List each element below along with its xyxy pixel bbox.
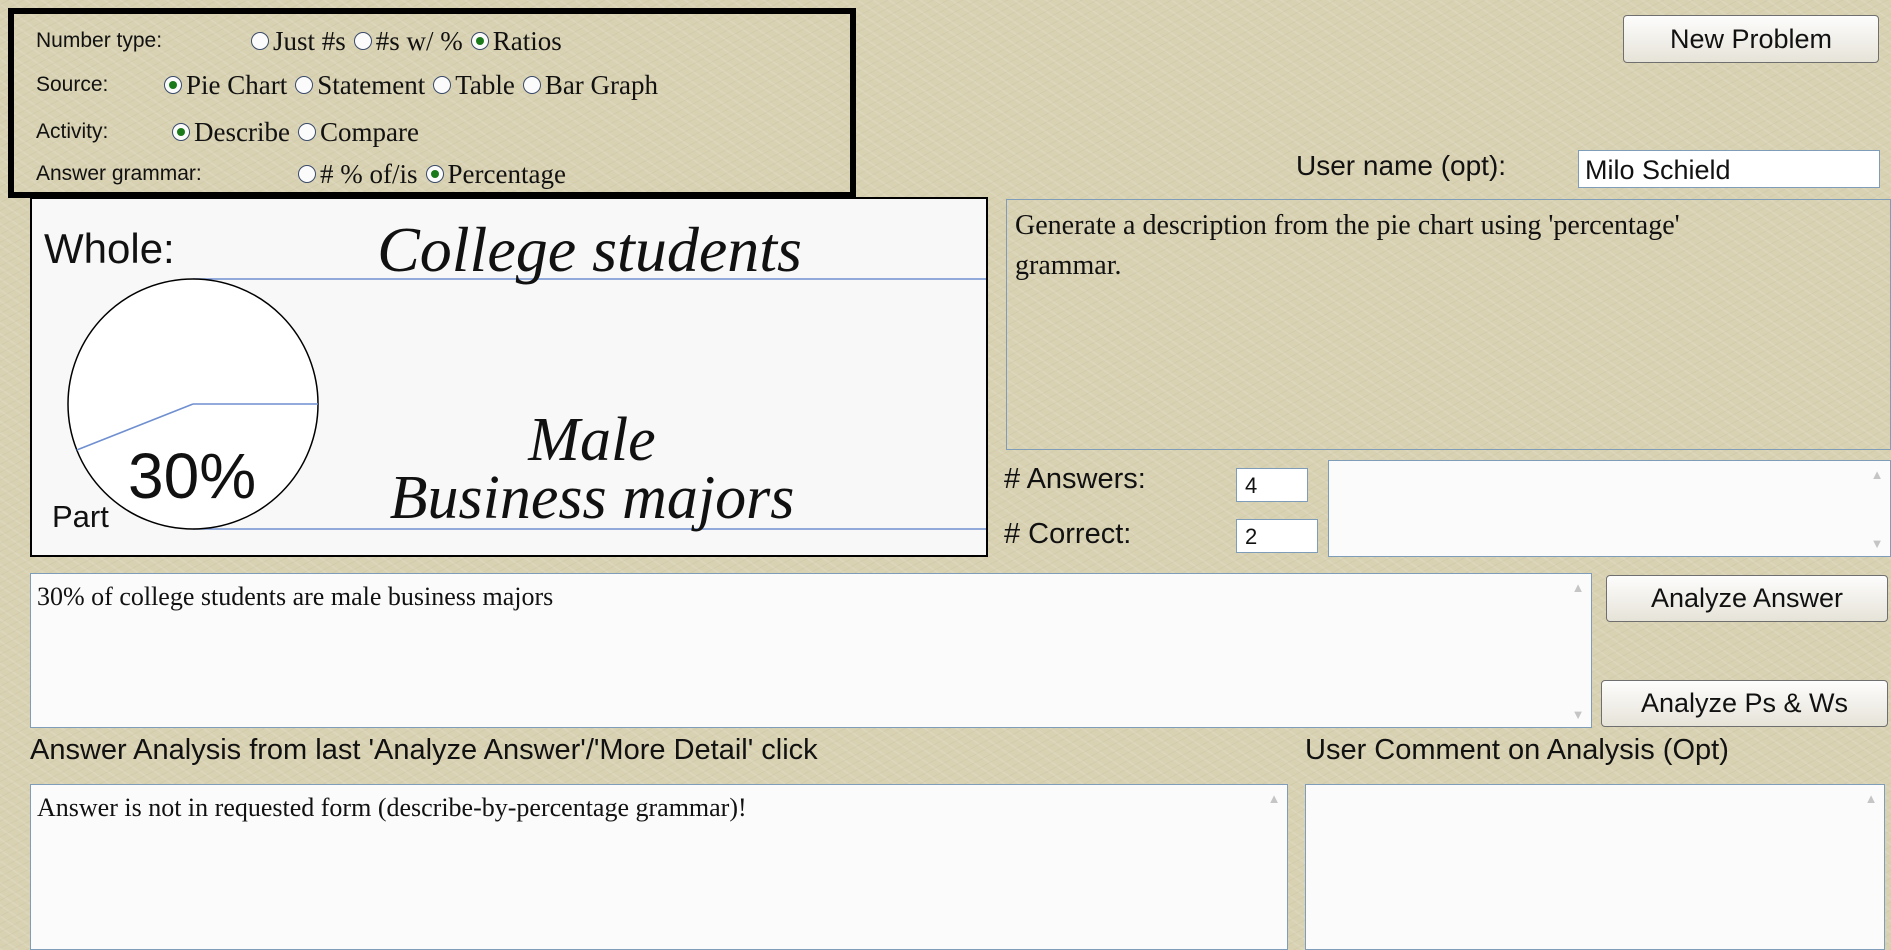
answer-textarea[interactable]: 30% of college students are male busines…: [30, 573, 1592, 728]
radio-count-percent-of-is[interactable]: # % of/is: [298, 159, 418, 190]
activity-label: Activity:: [36, 120, 109, 143]
radio-ratios[interactable]: Ratios: [470, 26, 562, 57]
answer-text: 30% of college students are male busines…: [37, 582, 554, 611]
radio-describe[interactable]: Describe: [172, 117, 290, 148]
whole-label: Whole:: [44, 225, 175, 272]
correct-count-field: 2: [1236, 519, 1318, 553]
part-label: Part: [52, 499, 109, 534]
radio-button-icon: [297, 123, 316, 141]
stats-textarea[interactable]: ▲ ▼: [1328, 460, 1891, 557]
number-type-label: Number type:: [36, 29, 163, 52]
radio-pie-chart[interactable]: Pie Chart: [164, 70, 287, 101]
percent-label: 30%: [128, 440, 257, 512]
source-label: Source:: [36, 73, 109, 96]
pie-chart-panel: Whole: College students 30% Part Male Bu…: [30, 197, 988, 557]
analyze-answer-button[interactable]: Analyze Answer: [1606, 575, 1888, 622]
options-panel: Number type: Just #s #s w/ % Ratios Sour…: [8, 8, 856, 198]
part-text-line2: Business majors: [389, 464, 795, 532]
new-problem-button[interactable]: New Problem: [1623, 15, 1879, 63]
radio-compare[interactable]: Compare: [297, 117, 419, 148]
radio-table[interactable]: Table: [433, 70, 515, 101]
radio-button-selected-icon: [164, 76, 182, 94]
radio-statement[interactable]: Statement: [295, 70, 425, 101]
radio-button-icon: [353, 32, 372, 50]
number-type-row: Number type: Just #s #s w/ % Ratios: [36, 24, 570, 58]
activity-row: Activity: Describe Compare: [36, 115, 427, 149]
user-name-input[interactable]: Milo Schield: [1578, 150, 1880, 188]
analysis-textarea[interactable]: Answer is not in requested form (describ…: [30, 784, 1288, 950]
scroll-down-icon[interactable]: ▼: [1569, 705, 1587, 723]
analysis-text: Answer is not in requested form (describ…: [37, 793, 747, 822]
answers-count-field: 4: [1236, 468, 1308, 502]
part-text-line1: Male: [528, 406, 656, 474]
answer-grammar-label: Answer grammar:: [36, 162, 202, 185]
radio-numbers-with-percent[interactable]: #s w/ %: [353, 26, 463, 57]
whole-text: College students: [377, 214, 802, 285]
radio-bar-graph[interactable]: Bar Graph: [522, 70, 658, 101]
radio-button-icon: [298, 165, 316, 183]
scroll-up-icon[interactable]: ▲: [1868, 465, 1886, 483]
scroll-up-icon[interactable]: ▲: [1569, 578, 1587, 596]
part-text: Male Business majors: [282, 406, 902, 532]
radio-button-selected-icon: [425, 165, 444, 183]
scroll-down-icon[interactable]: ▼: [1868, 534, 1886, 552]
radio-button-icon: [251, 32, 269, 50]
instructions-text: Generate a description from the pie char…: [1015, 210, 1680, 281]
radio-percentage[interactable]: Percentage: [425, 159, 566, 190]
radio-button-icon: [433, 76, 452, 94]
answer-grammar-row: Answer grammar: # % of/is Percentage: [36, 157, 574, 191]
comment-heading: User Comment on Analysis (Opt): [1305, 734, 1729, 766]
source-row: Source: Pie Chart Statement Table Bar Gr…: [36, 68, 666, 102]
radio-just-numbers[interactable]: Just #s: [251, 26, 346, 57]
radio-button-icon: [522, 76, 541, 94]
analyze-ps-ws-button[interactable]: Analyze Ps & Ws: [1601, 680, 1888, 727]
comment-textarea[interactable]: ▲: [1305, 784, 1885, 950]
radio-button-selected-icon: [470, 32, 489, 50]
answers-count-label: # Answers:: [1004, 463, 1146, 495]
scroll-up-icon[interactable]: ▲: [1265, 789, 1283, 807]
radio-button-selected-icon: [172, 123, 190, 141]
correct-count-label: # Correct:: [1004, 518, 1132, 550]
instructions-box: Generate a description from the pie char…: [1006, 199, 1891, 450]
radio-button-icon: [295, 76, 314, 94]
scroll-up-icon[interactable]: ▲: [1862, 789, 1880, 807]
user-name-label: User name (opt):: [1296, 150, 1507, 181]
analysis-heading: Answer Analysis from last 'Analyze Answe…: [30, 734, 818, 766]
comment-text: [1306, 785, 1884, 805]
